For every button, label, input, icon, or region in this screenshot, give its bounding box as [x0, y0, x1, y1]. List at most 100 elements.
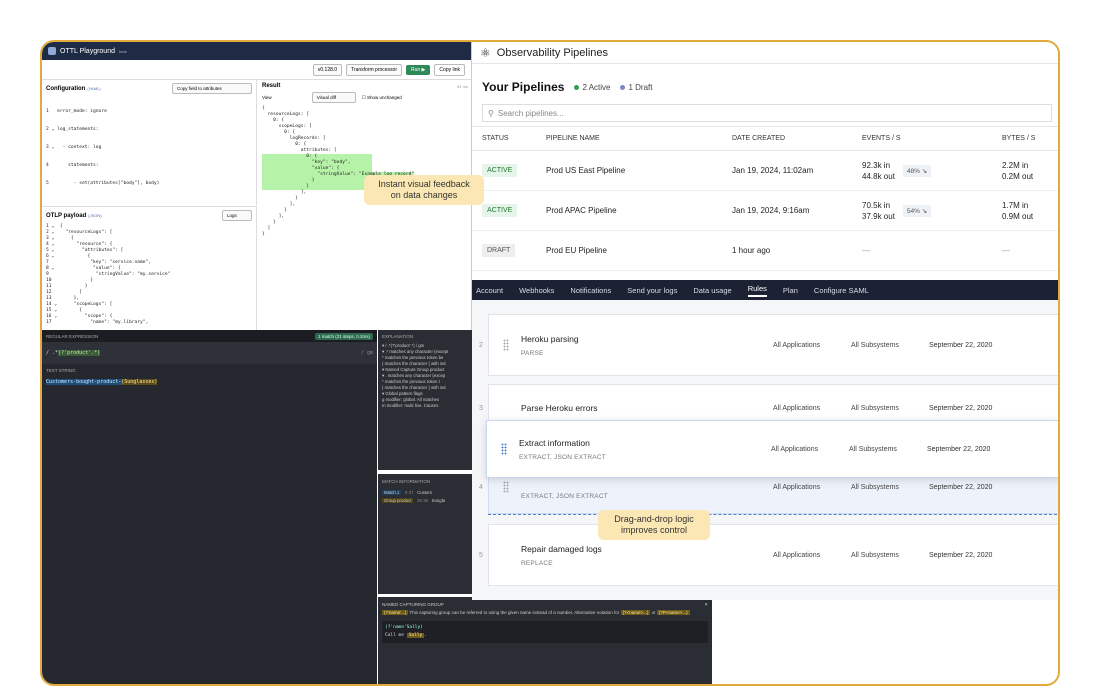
- table-row[interactable]: ACTIVE Prod US East Pipeline Jan 19, 202…: [472, 150, 1058, 191]
- pipeline-search[interactable]: ⚲ Search pipelines...: [482, 104, 1052, 122]
- regex-header-label: REGULAR EXPRESSION: [46, 333, 99, 339]
- rule-date: September 22, 2020: [929, 404, 993, 412]
- close-icon[interactable]: ✕: [704, 601, 708, 609]
- rule-subsystems: All Subsystems: [851, 483, 899, 491]
- nav-send-logs[interactable]: Send your logs: [627, 286, 677, 295]
- payload-editor[interactable]: 1 ⌄ {2 ⌄ "resourceLogs": [3 ⌄ {4 ⌄ "reso…: [42, 224, 256, 326]
- show-unchanged-checkbox[interactable]: ☐ Show unchanged: [362, 95, 402, 101]
- date-created: Jan 19, 2024, 11:02am: [722, 150, 852, 191]
- pipeline-icon: ⚛: [480, 45, 491, 60]
- ottl-version-tag: beta: [119, 48, 127, 54]
- rule-number: 5: [479, 551, 483, 559]
- version-select[interactable]: v0.128.0: [312, 63, 343, 76]
- active-dot-icon: [574, 84, 580, 90]
- rule-number: 2: [479, 341, 483, 349]
- pipelines-table: STATUS PIPELINE NAME DATE CREATED EVENTS…: [472, 126, 1058, 271]
- active-count: 2 Active: [574, 83, 610, 92]
- pipeline-name[interactable]: Prod APAC Pipeline: [536, 190, 722, 231]
- explanation-panel: EXPLANATION ▾ / .*(?'product'.*) / gm ▾ …: [378, 330, 472, 470]
- regex-flags[interactable]: / gm: [361, 350, 373, 356]
- column-header[interactable]: EVENTS / S: [852, 126, 992, 151]
- configuration-editor[interactable]: 1 error_mode: ignore 2 ⌄ log_statements:…: [42, 97, 256, 199]
- processor-select[interactable]: Transform processor: [346, 63, 402, 76]
- rule-number: 3: [479, 404, 483, 412]
- nav-rules[interactable]: Rules: [747, 284, 767, 297]
- nav-notifications[interactable]: Notifications: [570, 286, 611, 295]
- result-title: Result: [262, 83, 281, 89]
- telescope-icon: [48, 47, 56, 55]
- drag-handle-icon[interactable]: [501, 443, 507, 455]
- table-row[interactable]: DRAFT Prod EU Pipeline 1 hour ago — —: [472, 230, 1058, 271]
- config-example-select[interactable]: Copy field to attributes: [172, 83, 252, 94]
- group-highlight: (Sunglasses): [121, 379, 158, 385]
- example-match: Sally: [406, 633, 425, 638]
- regex-pattern-prefix: / .*: [46, 350, 59, 356]
- payload-type-select[interactable]: Logs: [222, 210, 252, 221]
- status-badge: ACTIVE: [482, 204, 518, 217]
- events-in: 70.5k in: [862, 200, 891, 210]
- page-title: Your Pipelines: [482, 80, 565, 94]
- view-select[interactable]: Visual diff: [311, 92, 356, 103]
- show-unchanged-label: Show unchanged: [366, 94, 402, 100]
- configuration-pane: Configuration (YAML) Copy field to attrib…: [42, 80, 257, 205]
- drag-handle-icon[interactable]: [503, 339, 509, 351]
- payload-title: OTLP payload: [46, 212, 87, 219]
- pipelines-app-title: Observability Pipelines: [496, 46, 609, 59]
- status-badge: ACTIVE: [482, 164, 518, 177]
- regex-pattern-group: (?'product'.*): [58, 350, 101, 356]
- feedback-callout: Instant visual feedback on data changes: [364, 175, 484, 205]
- configuration-tag: (YAML): [87, 85, 101, 91]
- rule-applications: All Applications: [771, 445, 819, 453]
- code-line: 3 ⌄ - context: log: [46, 145, 102, 150]
- test-string-label: TEST STRING: [46, 368, 76, 373]
- nav-data-usage[interactable]: Data usage: [693, 286, 731, 295]
- code-line: 5 - set(attributes["body"], body): [46, 181, 160, 186]
- code-line: 4 statements:: [46, 163, 99, 168]
- regex-input[interactable]: / .*(?'product'.*) / gm: [42, 342, 377, 364]
- column-header[interactable]: BYTES / S: [992, 126, 1058, 151]
- rule-subsystems: All Subsystems: [849, 445, 897, 453]
- rule-subsystems: All Subsystems: [851, 404, 899, 412]
- result-viewer: { resourceLogs: [ 0: { scopeLogs: [ 0: {…: [258, 106, 472, 238]
- run-button[interactable]: Run ▶: [406, 64, 431, 75]
- example-pattern: (?'name'Sally): [385, 625, 423, 630]
- test-string-input[interactable]: Customers-bought-product-(Sunglasses): [42, 377, 377, 387]
- bytes-empty: —: [992, 230, 1058, 271]
- rule-applications: All Applications: [773, 483, 821, 491]
- reduction-badge: 54% ↘: [902, 204, 932, 217]
- rule-subsystems: All Subsystems: [851, 551, 899, 559]
- rule-date: September 22, 2020: [927, 445, 991, 453]
- match-row[interactable]: Match 1 0-37 Custom: [382, 489, 468, 497]
- table-row[interactable]: ACTIVE Prod APAC Pipeline Jan 19, 2024, …: [472, 190, 1058, 231]
- ottl-toolbar: v0.128.0 Transform processor Run ▶ Copy …: [42, 60, 471, 80]
- named-capturing-group-panel: NAMED CAPTURING GROUP ✕ (?'name'...) Thi…: [378, 597, 712, 684]
- nav-webhooks[interactable]: Webhooks: [519, 286, 554, 295]
- nav-plan[interactable]: Plan: [783, 286, 798, 295]
- observability-pipelines: ⚛ Observability Pipelines Your Pipelines…: [472, 42, 1058, 280]
- column-header[interactable]: DATE CREATED: [722, 126, 852, 151]
- pipeline-name[interactable]: Prod US East Pipeline: [536, 150, 722, 191]
- match-information-panel: MATCH INFORMATION Match 1 0-37 Custom Gr…: [378, 474, 472, 594]
- rule-applications: All Applications: [773, 404, 821, 412]
- nav-configure-saml[interactable]: Configure SAML: [814, 286, 869, 295]
- result-time: 81 ms: [457, 83, 468, 89]
- named-or: or: [651, 610, 656, 615]
- nav-account[interactable]: Account: [476, 286, 503, 295]
- drag-handle-icon[interactable]: [503, 481, 509, 493]
- rule-date: September 22, 2020: [929, 341, 993, 349]
- rule-subsystems: All Subsystems: [851, 341, 899, 349]
- column-header[interactable]: PIPELINE NAME: [536, 126, 722, 151]
- pipeline-name[interactable]: Prod EU Pipeline: [536, 230, 722, 271]
- column-header[interactable]: STATUS: [472, 126, 536, 151]
- match-row[interactable]: Group product 26-36 Sungla: [382, 497, 468, 505]
- rule-card[interactable]: 2 Heroku parsing PARSE All Applications …: [479, 314, 1058, 376]
- dragged-rule-card[interactable]: Extract information EXTRACT, JSON EXTRAC…: [486, 420, 1058, 478]
- rule-card[interactable]: 5 Repair damaged logs REPLACE All Applic…: [479, 524, 1058, 586]
- rule-type: REPLACE: [521, 559, 553, 567]
- copy-link-button[interactable]: Copy link: [434, 63, 465, 76]
- match-info-title: MATCH INFORMATION: [382, 479, 431, 484]
- bytes-in: 1.7M in: [1002, 200, 1029, 210]
- showcase-frame: OTTL Playground beta v0.128.0 Transform …: [40, 40, 1060, 686]
- drop-indicator: [488, 514, 1058, 515]
- rule-name: Heroku parsing: [521, 333, 579, 344]
